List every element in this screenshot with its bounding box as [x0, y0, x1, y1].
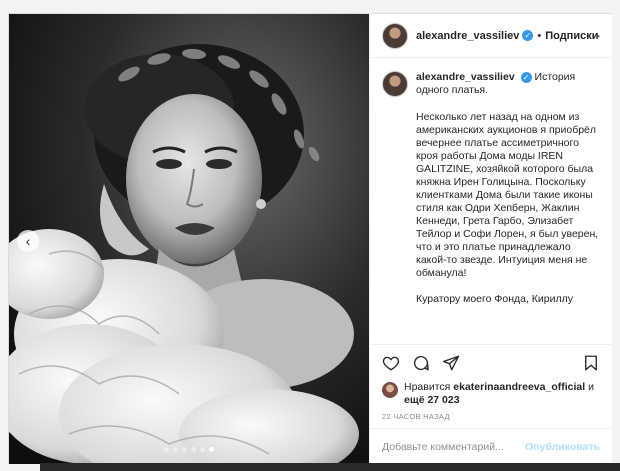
carousel-dot: [182, 447, 187, 452]
carousel-dot: [173, 447, 178, 452]
bookmark-icon: [585, 355, 597, 370]
carousel-dots: [9, 447, 369, 452]
post-photo[interactable]: ‹: [9, 14, 369, 464]
comment-icon: [413, 355, 429, 370]
comment-button[interactable]: [410, 352, 432, 374]
likes-others-link[interactable]: ещё 27 023: [404, 394, 460, 406]
heart-icon: [382, 356, 400, 371]
likes-prefix: Нравится: [404, 381, 451, 393]
post-actions: [370, 344, 612, 380]
liker-username[interactable]: ekaterinaandreeva_official: [453, 381, 585, 393]
comment-input[interactable]: [382, 440, 526, 453]
page-background: ‹ alexandre_vassiliev ✓ • Подписки ··· a…: [0, 0, 620, 471]
likes-summary: Нравится ekaterinaandreeva_official и ещ…: [382, 381, 610, 407]
more-options-button[interactable]: ···: [585, 27, 602, 43]
likes-text: Нравится ekaterinaandreeva_official и ещ…: [404, 381, 610, 407]
avatar[interactable]: [382, 22, 408, 49]
header-separator: •: [537, 29, 542, 42]
caption-body: Несколько лет назад на одном из американ…: [416, 111, 599, 305]
post-side-panel: alexandre_vassiliev ✓ • Подписки ··· ale…: [369, 14, 612, 464]
verified-icon: ✓: [520, 72, 532, 83]
post-timestamp[interactable]: 22 ЧАСОВ НАЗАД: [382, 412, 450, 421]
caption-username[interactable]: alexandre_vassiliev: [416, 71, 515, 83]
post-header: alexandre_vassiliev ✓ • Подписки ···: [370, 14, 612, 58]
likes-and: и: [588, 381, 594, 393]
caption-avatar[interactable]: [382, 71, 408, 97]
taskbar-strip: [40, 463, 620, 471]
carousel-dot-active: [209, 447, 214, 452]
portrait-image: [9, 14, 369, 464]
instagram-post: ‹ alexandre_vassiliev ✓ • Подписки ··· a…: [8, 13, 612, 464]
author-username[interactable]: alexandre_vassiliev: [416, 30, 519, 42]
like-button[interactable]: [380, 352, 402, 374]
publish-button[interactable]: Опубликовать: [525, 441, 600, 453]
share-icon: [442, 355, 460, 370]
caption-area: alexandre_vassiliev ✓ История одного пла…: [370, 59, 612, 343]
carousel-dot: [164, 447, 169, 452]
caption-row: alexandre_vassiliev ✓ История одного пла…: [382, 71, 600, 97]
carousel-dot: [200, 447, 205, 452]
carousel-dot: [191, 447, 196, 452]
carousel-prev-button[interactable]: ‹: [17, 230, 39, 252]
chevron-left-icon: ‹: [25, 233, 31, 249]
verified-icon: ✓: [522, 30, 534, 41]
comment-bar: Опубликовать: [370, 428, 612, 464]
save-button[interactable]: [580, 352, 602, 374]
share-button[interactable]: [440, 352, 462, 374]
liker-avatar[interactable]: [382, 382, 398, 398]
caption-intro: alexandre_vassiliev ✓ История одного пла…: [416, 71, 600, 97]
